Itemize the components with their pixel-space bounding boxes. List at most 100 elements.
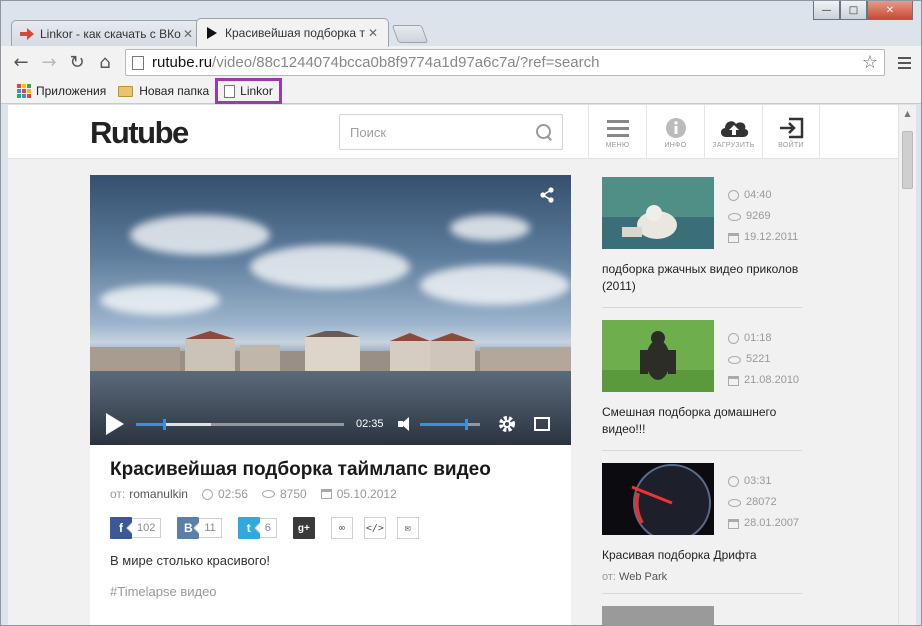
site-header: Rutube Поиск МЕНЮ ИНФО ЗАГРУЗИТЬ ВОЙТИ xyxy=(8,105,898,159)
browser-toolbar: ← → ↻ ⌂ rutube.ru /video/88c1244074bcca0… xyxy=(1,46,921,79)
fullscreen-icon[interactable] xyxy=(533,417,550,431)
search-placeholder: Поиск xyxy=(350,124,387,140)
author-link[interactable]: romanulkin xyxy=(129,487,188,501)
back-icon[interactable]: ← xyxy=(7,50,35,76)
google-plus-icon[interactable]: g+ xyxy=(292,517,315,539)
tab-close-icon[interactable]: ✕ xyxy=(366,26,380,40)
progress-handle[interactable] xyxy=(163,418,167,430)
clock-icon xyxy=(728,476,739,487)
tab-title: Красивейшая подборка т xyxy=(225,26,365,40)
calendar-icon xyxy=(728,518,739,529)
related-meta: 04:40 9269 19.12.2011 xyxy=(728,185,798,248)
page-icon xyxy=(224,84,236,98)
video-description: В мире столько красивого! xyxy=(110,553,271,568)
share-row: f 102 B 11 t 6 g+ ∞ </> ✉ xyxy=(110,517,430,539)
tab-rutube[interactable]: Красивейшая подборка т ✕ xyxy=(196,18,389,47)
forward-icon[interactable]: → xyxy=(35,50,63,76)
play-icon[interactable] xyxy=(106,413,124,435)
search-input[interactable]: Поиск xyxy=(339,114,563,150)
clock-icon xyxy=(201,488,213,500)
nav-menu[interactable]: МЕНЮ xyxy=(588,105,646,159)
rutube-logo[interactable]: Rutube xyxy=(90,115,189,151)
window-controls: — □ ✕ xyxy=(813,1,913,20)
video-meta: от: romanulkin 02:56 8750 05.10.2012 xyxy=(110,487,411,501)
bookmark-apps[interactable]: Приложения xyxy=(11,80,112,102)
related-item[interactable] xyxy=(602,606,802,625)
progress-bar[interactable] xyxy=(136,418,344,430)
related-date: 19.12.2011 xyxy=(744,231,799,243)
embed-icon[interactable]: </> xyxy=(363,517,386,539)
page-scrollbar[interactable]: ▲ xyxy=(898,105,916,625)
palace-silhouette xyxy=(90,331,571,371)
volume-icon[interactable] xyxy=(397,416,414,432)
reload-icon[interactable]: ↻ xyxy=(63,50,91,76)
email-icon[interactable]: ✉ xyxy=(396,517,419,539)
bookmark-new-folder[interactable]: Новая папка xyxy=(112,80,215,102)
search-icon[interactable] xyxy=(536,124,552,140)
related-thumbnail[interactable] xyxy=(602,320,714,392)
clock-icon xyxy=(728,190,739,201)
maximize-button[interactable]: □ xyxy=(840,1,867,20)
related-item[interactable]: 03:31 28072 28.01.2007 Красивая подборка… xyxy=(602,463,802,594)
url-host: rutube.ru xyxy=(152,54,213,71)
tab-linkor[interactable]: Linkor - как скачать с ВКо ✕ xyxy=(11,20,204,47)
menu-icon xyxy=(606,116,629,140)
facebook-count: 102 xyxy=(132,518,162,538)
play-favicon xyxy=(205,26,219,40)
nav-info[interactable]: ИНФО xyxy=(646,105,704,159)
apps-icon xyxy=(17,84,31,98)
bookmarks-bar: Приложения Новая папка Linkor xyxy=(1,78,921,104)
video-author: от: romanulkin xyxy=(110,487,188,501)
page-icon xyxy=(132,55,144,70)
close-window-button[interactable]: ✕ xyxy=(867,1,913,20)
nav-label: ЗАГРУЗИТЬ xyxy=(712,141,755,149)
eye-icon xyxy=(728,498,741,507)
related-date: 21.08.2010 xyxy=(744,374,800,386)
related-item[interactable]: 01:18 5221 21.08.2010 Смешная подборка д… xyxy=(602,320,802,451)
scroll-thumb[interactable] xyxy=(902,131,913,189)
related-thumbnail[interactable] xyxy=(602,606,714,625)
related-title[interactable]: Красивая подборка Дрифта xyxy=(602,547,802,564)
related-item[interactable]: 04:40 9269 19.12.2011 подборка ржачных в… xyxy=(602,177,802,308)
related-meta: 01:18 5221 21.08.2010 xyxy=(728,328,799,391)
chrome-menu-icon[interactable] xyxy=(891,50,917,76)
minimize-button[interactable]: — xyxy=(813,1,840,20)
related-title[interactable]: Смешная подборка домашнего видео!!! xyxy=(602,404,802,438)
author-link[interactable]: Web Park xyxy=(619,571,667,583)
url-path: /video/88c1244074bcca0b8f9774a1d97a6c7a/… xyxy=(212,54,600,71)
link-icon[interactable]: ∞ xyxy=(330,517,353,539)
address-bar[interactable]: rutube.ru /video/88c1244074bcca0b8f9774a… xyxy=(125,49,885,76)
related-thumbnail[interactable] xyxy=(602,177,714,249)
calendar-icon xyxy=(728,375,739,386)
volume-handle[interactable] xyxy=(464,418,468,430)
scroll-up-icon[interactable]: ▲ xyxy=(899,105,916,122)
cloud-decoration xyxy=(100,285,220,315)
tab-title: Linkor - как скачать с ВКо xyxy=(40,27,181,41)
bookmark-label: Linkor xyxy=(240,84,273,98)
time-label: 02:35 xyxy=(356,418,384,430)
home-icon[interactable]: ⌂ xyxy=(91,50,119,76)
related-duration: 03:31 xyxy=(744,475,772,487)
bookmark-linkor[interactable]: Linkor xyxy=(215,78,282,104)
player-controls: 02:35 xyxy=(90,403,571,445)
tab-strip: Linkor - как скачать с ВКо ✕ Красивейшая… xyxy=(11,17,429,47)
bookmark-star-icon[interactable]: ☆ xyxy=(862,52,878,73)
gear-icon[interactable] xyxy=(498,415,516,433)
video-player[interactable]: 02:35 xyxy=(90,175,571,445)
related-views: 9269 xyxy=(746,210,771,222)
nav-login[interactable]: ВОЙТИ xyxy=(762,105,820,159)
volume-slider[interactable] xyxy=(419,418,480,430)
progress-fill xyxy=(136,422,164,426)
calendar-icon xyxy=(320,489,332,499)
share-icon[interactable] xyxy=(539,187,555,206)
author-prefix: от: xyxy=(110,487,126,501)
header-nav: МЕНЮ ИНФО ЗАГРУЗИТЬ ВОЙТИ xyxy=(588,105,820,159)
nav-upload[interactable]: ЗАГРУЗИТЬ xyxy=(704,105,762,159)
cloud-decoration xyxy=(420,265,570,305)
related-title[interactable]: подборка ржачных видео приколов (2011) xyxy=(602,261,802,295)
new-tab-button[interactable] xyxy=(391,25,429,43)
tab-close-icon[interactable]: ✕ xyxy=(181,27,195,41)
related-thumbnail[interactable] xyxy=(602,463,714,535)
related-duration: 01:18 xyxy=(744,332,772,344)
video-tag[interactable]: #Timelapse видео xyxy=(110,584,217,599)
